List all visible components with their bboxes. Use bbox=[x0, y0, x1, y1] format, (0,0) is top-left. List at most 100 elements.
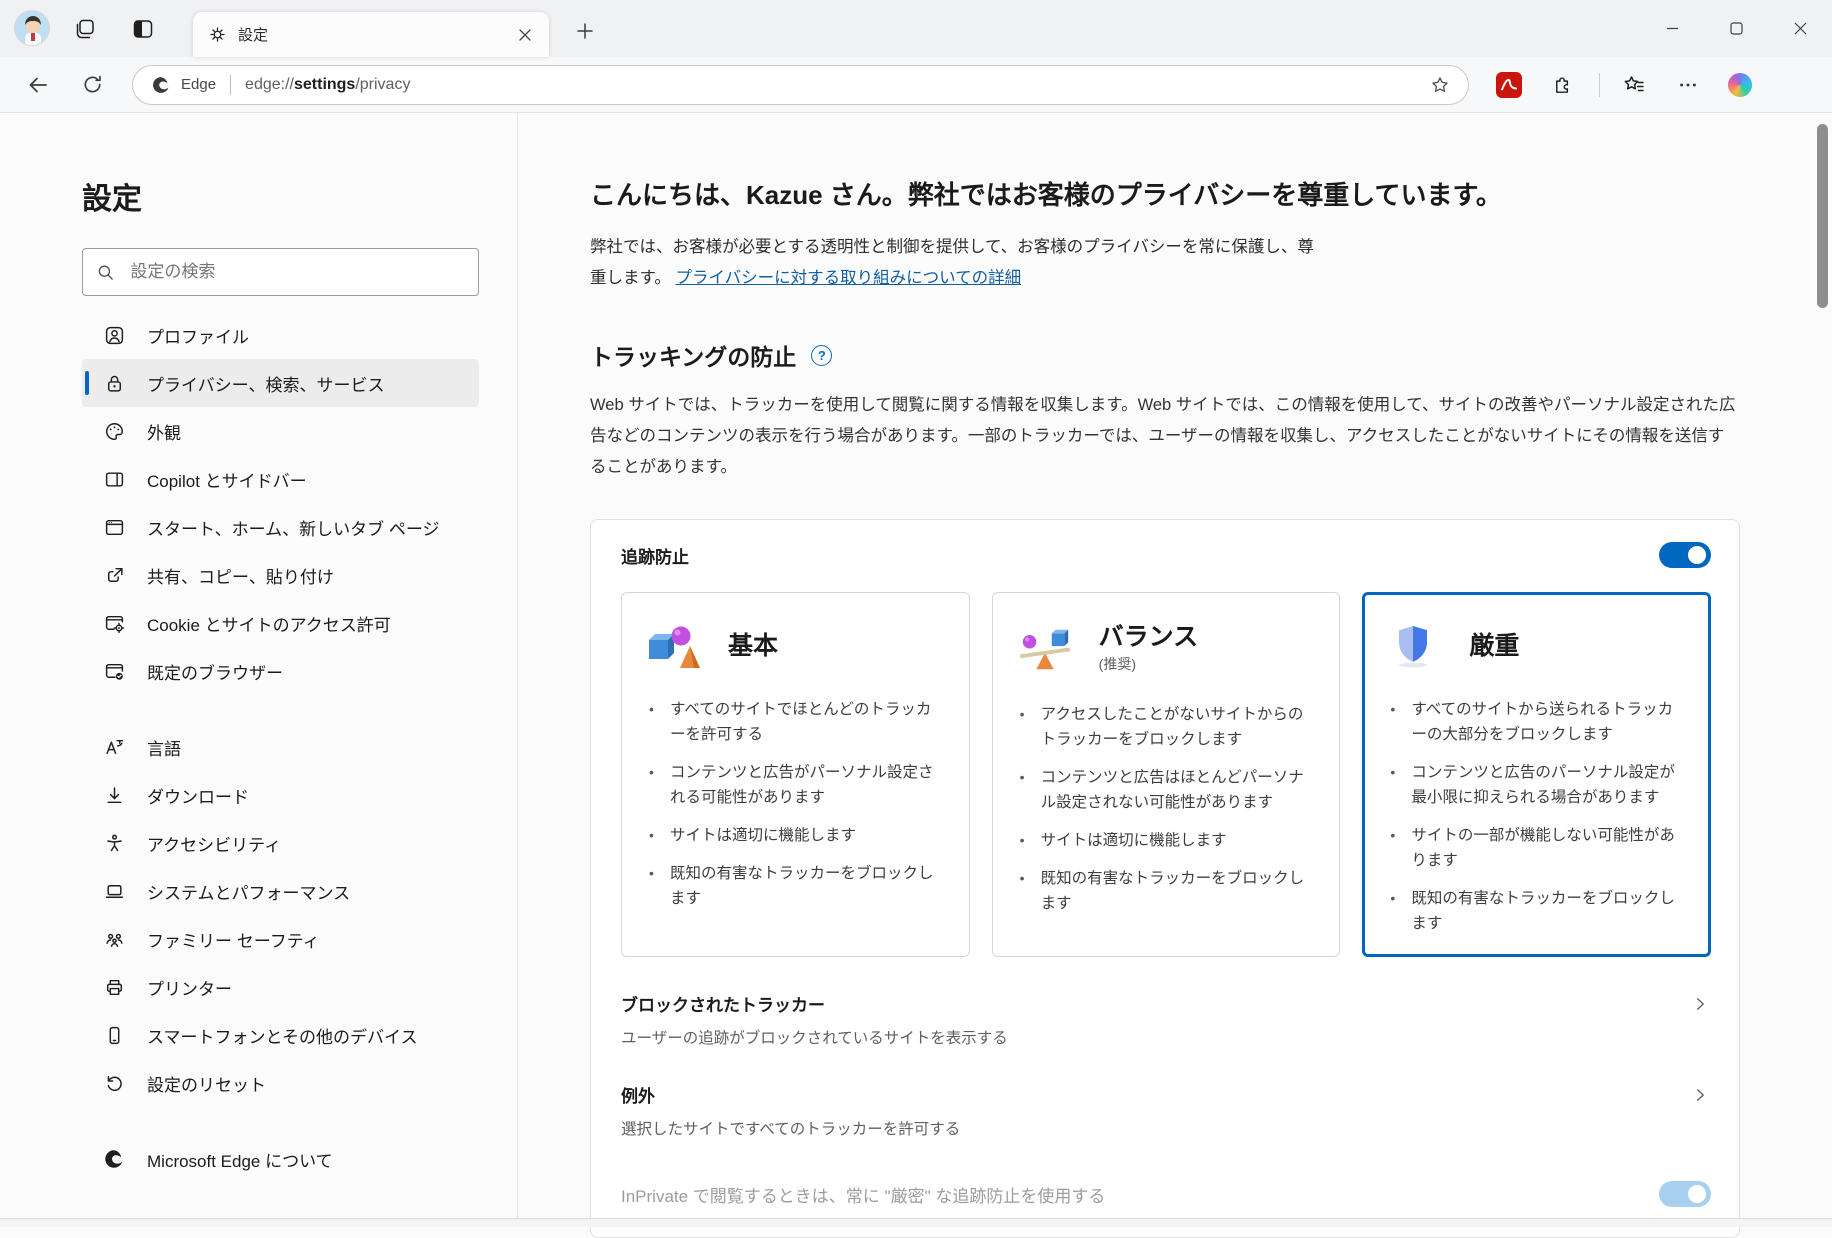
card-bullet: すべてのサイトから送られるトラッカーの大部分をブロックします bbox=[1387, 697, 1688, 747]
sidebar-item-about-edge[interactable]: Microsoft Edge について bbox=[82, 1135, 479, 1183]
maximize-button[interactable] bbox=[1704, 0, 1768, 57]
sidebar-item-appearance[interactable]: 外観 bbox=[82, 407, 479, 455]
url-text: edge://settings/privacy bbox=[245, 75, 411, 93]
active-indicator bbox=[85, 371, 89, 395]
sidebar-item-phone-devices[interactable]: スマートフォンとその他のデバイス bbox=[82, 1011, 479, 1059]
sidebar-item-family-safety[interactable]: ファミリー セーフティ bbox=[82, 915, 479, 963]
sidebar-item-share-copy-paste[interactable]: 共有、コピー、貼り付け bbox=[82, 551, 479, 599]
settings-main-pane: こんにちは、Kazue さん。弊社ではお客様のプライバシーを尊重しています。 弊… bbox=[518, 113, 1832, 1238]
tab-close-icon[interactable] bbox=[513, 23, 537, 47]
sidebar-item-languages[interactable]: 言語 bbox=[82, 723, 479, 771]
chevron-right-icon bbox=[1689, 993, 1711, 1015]
sidebar-item-label: Microsoft Edge について bbox=[147, 1151, 333, 1171]
sidebar-item-label: アクセシビリティ bbox=[147, 835, 282, 855]
card-bullet: 既知の有害なトラッカーをブロックします bbox=[646, 861, 947, 911]
edge-logo-icon bbox=[153, 76, 169, 93]
favorite-star-icon[interactable] bbox=[1428, 73, 1452, 97]
exceptions-row[interactable]: 例外 選択したサイトですべてのトラッカーを許可する bbox=[621, 1082, 1711, 1139]
extensions-puzzle-icon[interactable] bbox=[1549, 71, 1577, 99]
sidebar-item-label: プロファイル bbox=[147, 327, 249, 347]
settings-sidebar: 設定 プロファイル bbox=[0, 113, 518, 1226]
address-bar[interactable]: Edge edge://settings/privacy bbox=[132, 64, 1469, 105]
sidebar-item-profile[interactable]: プロファイル bbox=[82, 311, 479, 359]
card-bullet: サイトは適切に機能します bbox=[646, 823, 947, 848]
sidebar-item-label: 外観 bbox=[147, 423, 181, 443]
browser-check-icon bbox=[103, 660, 125, 682]
sidebar-item-default-browser[interactable]: 既定のブラウザー bbox=[82, 647, 479, 695]
card-bullet: コンテンツと広告のパーソナル設定が最小限に抑えられる場合があります bbox=[1387, 760, 1688, 810]
tracking-card-basic[interactable]: 基本 すべてのサイトでほとんどのトラッカーを許可する コンテンツと広告がパーソナ… bbox=[621, 592, 970, 957]
sidebar-item-accessibility[interactable]: アクセシビリティ bbox=[82, 819, 479, 867]
tracking-toggle-row: 追跡防止 bbox=[621, 542, 1711, 568]
workspaces-icon[interactable] bbox=[72, 16, 98, 42]
lock-icon bbox=[103, 372, 125, 394]
privacy-learn-more-link[interactable]: プライバシーに対する取り組みについての詳細 bbox=[675, 269, 1021, 287]
tab-strip: 設定 bbox=[0, 0, 1832, 57]
accessibility-icon bbox=[103, 832, 125, 854]
card-bullet: コンテンツと広告はほとんどパーソナル設定されない可能性があります bbox=[1017, 765, 1318, 815]
favorites-hub-icon[interactable] bbox=[1620, 71, 1648, 99]
privacy-greeting-title: こんにちは、Kazue さん。弊社ではお客様のプライバシーを尊重しています。 bbox=[590, 180, 1502, 210]
settings-page: 設定 プロファイル bbox=[0, 113, 1832, 1238]
tracking-prevention-description: Web サイトでは、トラッカーを使用して閲覧に関する情報を収集します。Web サ… bbox=[590, 396, 1736, 476]
search-input[interactable] bbox=[128, 261, 466, 283]
sidebar-layout-icon bbox=[103, 468, 125, 490]
avatar-image bbox=[15, 11, 49, 45]
window-controls bbox=[1640, 0, 1832, 57]
exceptions-description: 選択したサイトですべてのトラッカーを許可する bbox=[621, 1121, 961, 1138]
help-icon[interactable]: ? bbox=[811, 344, 833, 366]
tab-title: 設定 bbox=[238, 27, 269, 44]
close-window-button[interactable] bbox=[1768, 0, 1832, 57]
sidebar-item-start-home-newtab[interactable]: スタート、ホーム、新しいタブ ページ bbox=[82, 503, 479, 551]
browser-toolbar: Edge edge://settings/privacy bbox=[0, 57, 1832, 113]
card-bullet: アクセスしたことがないサイトからのトラッカーをブロックします bbox=[1017, 702, 1318, 752]
minimize-button[interactable] bbox=[1640, 0, 1704, 57]
sidebar-item-cookies-permissions[interactable]: Cookie とサイトのアクセス許可 bbox=[82, 599, 479, 647]
sidebar-item-label: システムとパフォーマンス bbox=[147, 883, 351, 903]
tab-actions-menu-icon[interactable] bbox=[130, 16, 156, 42]
section-title: トラッキングの防止 bbox=[590, 344, 797, 370]
sidebar-item-system-performance[interactable]: システムとパフォーマンス bbox=[82, 867, 479, 915]
sidebar-item-copilot-sidebar[interactable]: Copilot とサイドバー bbox=[82, 455, 479, 503]
refresh-button[interactable] bbox=[76, 69, 108, 101]
sidebar-item-reset-settings[interactable]: 設定のリセット bbox=[82, 1059, 479, 1107]
tracking-prevention-toggle[interactable] bbox=[1659, 542, 1711, 568]
chevron-right-icon bbox=[1689, 1084, 1711, 1106]
palette-icon bbox=[103, 420, 125, 442]
acrobat-extension-icon[interactable] bbox=[1495, 71, 1523, 99]
card-title: バランス bbox=[1098, 623, 1199, 651]
tracking-prevention-header: トラッキングの防止 ? bbox=[590, 338, 1740, 372]
search-icon bbox=[98, 265, 113, 280]
card-bullet-list: すべてのサイトでほとんどのトラッカーを許可する コンテンツと広告がパーソナル設定… bbox=[646, 697, 947, 911]
card-bullet: 既知の有害なトラッカーをブロックします bbox=[1017, 866, 1318, 916]
sidebar-item-printers[interactable]: プリンター bbox=[82, 963, 479, 1011]
sidebar-item-label: Copilot とサイドバー bbox=[147, 471, 307, 491]
settings-search-box[interactable] bbox=[82, 248, 479, 296]
window-bottom-edge bbox=[0, 1218, 1832, 1227]
sidebar-item-label: Cookie とサイトのアクセス許可 bbox=[147, 615, 391, 635]
sidebar-item-label: スマートフォンとその他のデバイス bbox=[147, 1027, 418, 1047]
tab-settings[interactable]: 設定 bbox=[193, 12, 549, 57]
sidebar-item-downloads[interactable]: ダウンロード bbox=[82, 771, 479, 819]
tracking-card-strict[interactable]: 厳重 すべてのサイトから送られるトラッカーの大部分をブロックします コンテンツと… bbox=[1362, 592, 1712, 957]
tracking-card-balanced[interactable]: バランス (推奨) アクセスしたことがないサイトからのトラッカーをブロックします… bbox=[991, 592, 1341, 957]
sidebar-item-label: ファミリー セーフティ bbox=[147, 931, 320, 951]
sidebar-item-label: 言語 bbox=[147, 739, 181, 759]
copilot-icon[interactable] bbox=[1726, 71, 1754, 99]
card-bullet: 既知の有害なトラッカーをブロックします bbox=[1387, 886, 1688, 936]
sidebar-item-label: 既定のブラウザー bbox=[147, 663, 283, 683]
blocked-trackers-row[interactable]: ブロックされたトラッカー ユーザーの追跡がブロックされているサイトを表示する bbox=[621, 991, 1711, 1048]
browser-profile-avatar[interactable] bbox=[14, 10, 50, 46]
sidebar-item-privacy[interactable]: プライバシー、検索、サービス bbox=[82, 359, 479, 407]
card-bullet: サイトの一部が機能しない可能性があります bbox=[1387, 823, 1688, 873]
new-tab-button[interactable] bbox=[572, 18, 598, 44]
sidebar-group-divider bbox=[82, 695, 479, 723]
back-button[interactable] bbox=[22, 69, 54, 101]
scrollbar-thumb[interactable] bbox=[1817, 124, 1828, 308]
settings-menu-icon[interactable] bbox=[1674, 71, 1702, 99]
translate-icon bbox=[103, 736, 125, 758]
edge-browser-window: { "titlebar": { "tab_title": "設定" }, "to… bbox=[0, 0, 1832, 1238]
edge-logo-icon bbox=[103, 1148, 125, 1170]
sidebar-item-label: プリンター bbox=[147, 979, 232, 999]
tracking-toggle-label: 追跡防止 bbox=[621, 547, 689, 567]
